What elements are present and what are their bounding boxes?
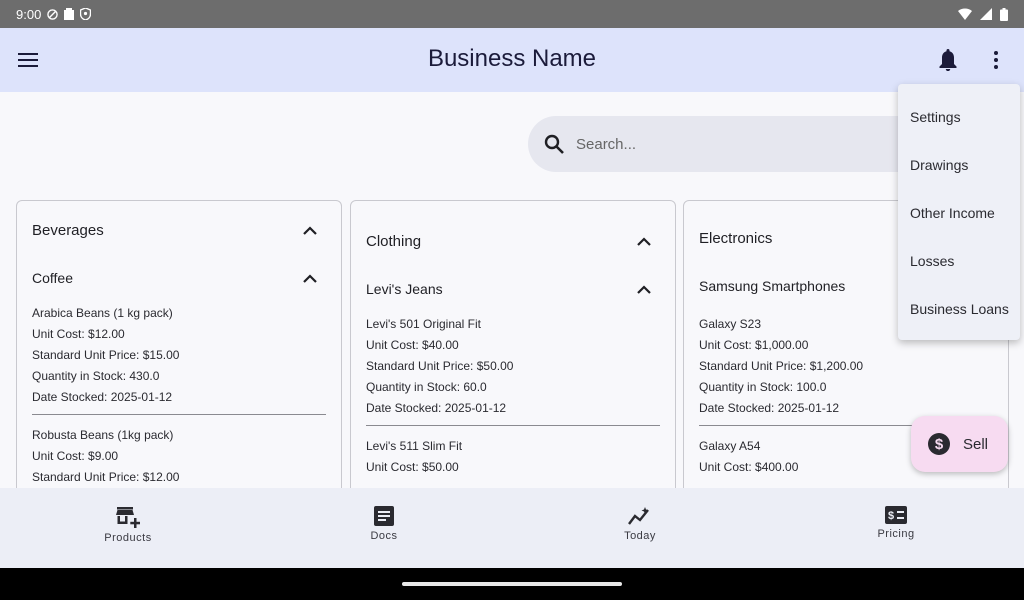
unit-cost: Unit Cost: $50.00 — [366, 460, 459, 474]
status-time: 9:00 — [16, 6, 42, 22]
system-navigation-bar — [0, 568, 1024, 600]
overflow-menu: Settings Drawings Other Income Losses Bu… — [898, 84, 1020, 340]
hamburger-menu-button[interactable] — [14, 46, 42, 74]
category-title: Electronics — [699, 230, 773, 247]
unit-price: Standard Unit Price: $50.00 — [366, 359, 514, 373]
shield-icon — [80, 8, 92, 20]
category-title: Beverages — [32, 221, 104, 239]
menu-item-drawings[interactable]: Drawings — [898, 141, 1020, 189]
article-icon — [374, 506, 394, 526]
sell-fab-button[interactable]: $ Sell — [911, 416, 1008, 472]
stock-quantity: Quantity in Stock: 100.0 — [699, 380, 827, 394]
tab-label: Products — [104, 532, 152, 544]
subcategory-header[interactable]: Coffee — [32, 267, 321, 289]
chevron-up-icon[interactable] — [633, 230, 655, 252]
product-name: Levi's 511 Slim Fit — [366, 439, 463, 453]
fab-label: Sell — [963, 435, 989, 453]
subcategory-title: Coffee — [32, 270, 73, 286]
product-name: Levi's 501 Original Fit — [366, 317, 482, 331]
tab-products[interactable]: Products — [0, 488, 256, 568]
category-card-beverages: Beverages Coffee Arabica Beans (1 kg pac… — [16, 200, 342, 500]
cell-signal-icon — [980, 8, 992, 20]
search-input[interactable] — [576, 135, 876, 153]
app-title: Business Name — [427, 45, 597, 72]
product-name: Arabica Beans (1 kg pack) — [32, 306, 173, 320]
menu-item-settings[interactable]: Settings — [898, 93, 1020, 141]
date-stocked: Date Stocked: 2025-01-12 — [32, 390, 173, 404]
subcategory-header[interactable]: Levi's Jeans — [366, 278, 655, 300]
bell-icon — [939, 49, 957, 71]
svg-text:$: $ — [935, 436, 944, 453]
list-item[interactable]: Levi's 511 Slim Fit Unit Cost: $50.00 — [366, 425, 660, 484]
dollar-circle-icon: $ — [928, 433, 950, 455]
battery-icon — [1000, 7, 1008, 21]
category-card-clothing: Clothing Levi's Jeans Levi's 501 Origina… — [350, 200, 676, 500]
stock-quantity: Quantity in Stock: 430.0 — [32, 369, 160, 383]
menu-icon — [18, 53, 38, 67]
date-stocked: Date Stocked: 2025-01-12 — [366, 401, 507, 415]
tab-label: Docs — [370, 530, 398, 542]
tab-label: Pricing — [877, 528, 915, 540]
home-gesture-handle[interactable] — [402, 582, 622, 586]
unit-price: Standard Unit Price: $15.00 — [32, 348, 180, 362]
list-item[interactable]: Arabica Beans (1 kg pack) Unit Cost: $12… — [32, 303, 326, 414]
product-name: Robusta Beans (1kg pack) — [32, 428, 174, 442]
dnd-icon — [47, 8, 59, 20]
app-bar: Business Name — [0, 28, 1024, 92]
tab-label: Today — [624, 530, 656, 542]
category-header[interactable]: Clothing — [366, 230, 655, 252]
tab-today[interactable]: Today — [512, 488, 768, 568]
sd-card-icon — [64, 8, 75, 20]
unit-price: Standard Unit Price: $12.00 — [32, 470, 180, 484]
unit-cost: Unit Cost: $12.00 — [32, 327, 125, 341]
menu-item-losses[interactable]: Losses — [898, 237, 1020, 285]
chevron-up-icon[interactable] — [299, 267, 321, 289]
unit-cost: Unit Cost: $9.00 — [32, 449, 119, 463]
unit-price: Standard Unit Price: $1,200.00 — [699, 359, 864, 373]
notifications-button[interactable] — [934, 46, 962, 74]
category-title: Clothing — [366, 232, 422, 250]
list-item[interactable]: Robusta Beans (1kg pack) Unit Cost: $9.0… — [32, 414, 326, 494]
tab-docs[interactable]: Docs — [256, 488, 512, 568]
list-item[interactable]: Levi's 501 Original Fit Unit Cost: $40.0… — [366, 314, 660, 425]
wifi-icon — [958, 8, 972, 20]
menu-item-other-income[interactable]: Other Income — [898, 189, 1020, 237]
more-vert-icon — [994, 51, 998, 69]
menu-item-business-loans[interactable]: Business Loans — [898, 285, 1020, 333]
category-header[interactable]: Beverages — [32, 219, 321, 241]
add-business-icon — [116, 507, 140, 528]
tab-pricing[interactable]: $ Pricing — [768, 488, 1024, 568]
product-list: Levi's 501 Original Fit Unit Cost: $40.0… — [366, 314, 660, 484]
search-icon — [544, 134, 564, 154]
stock-quantity: Quantity in Stock: 60.0 — [366, 380, 487, 394]
status-bar: 9:00 — [0, 0, 1024, 28]
chevron-up-icon[interactable] — [299, 219, 321, 241]
subcategory-title: Samsung Smartphones — [699, 278, 846, 294]
price-change-icon: $ — [885, 506, 907, 524]
chevron-up-icon[interactable] — [633, 278, 655, 300]
overflow-menu-button[interactable] — [982, 46, 1010, 74]
subcategory-title: Levi's Jeans — [366, 281, 443, 297]
svg-text:$: $ — [888, 510, 894, 522]
product-list: Arabica Beans (1 kg pack) Unit Cost: $12… — [32, 303, 326, 494]
insights-icon — [628, 507, 649, 525]
bottom-navigation: Products Docs Today $ Pricing — [0, 488, 1024, 568]
unit-cost: Unit Cost: $40.00 — [366, 338, 459, 352]
